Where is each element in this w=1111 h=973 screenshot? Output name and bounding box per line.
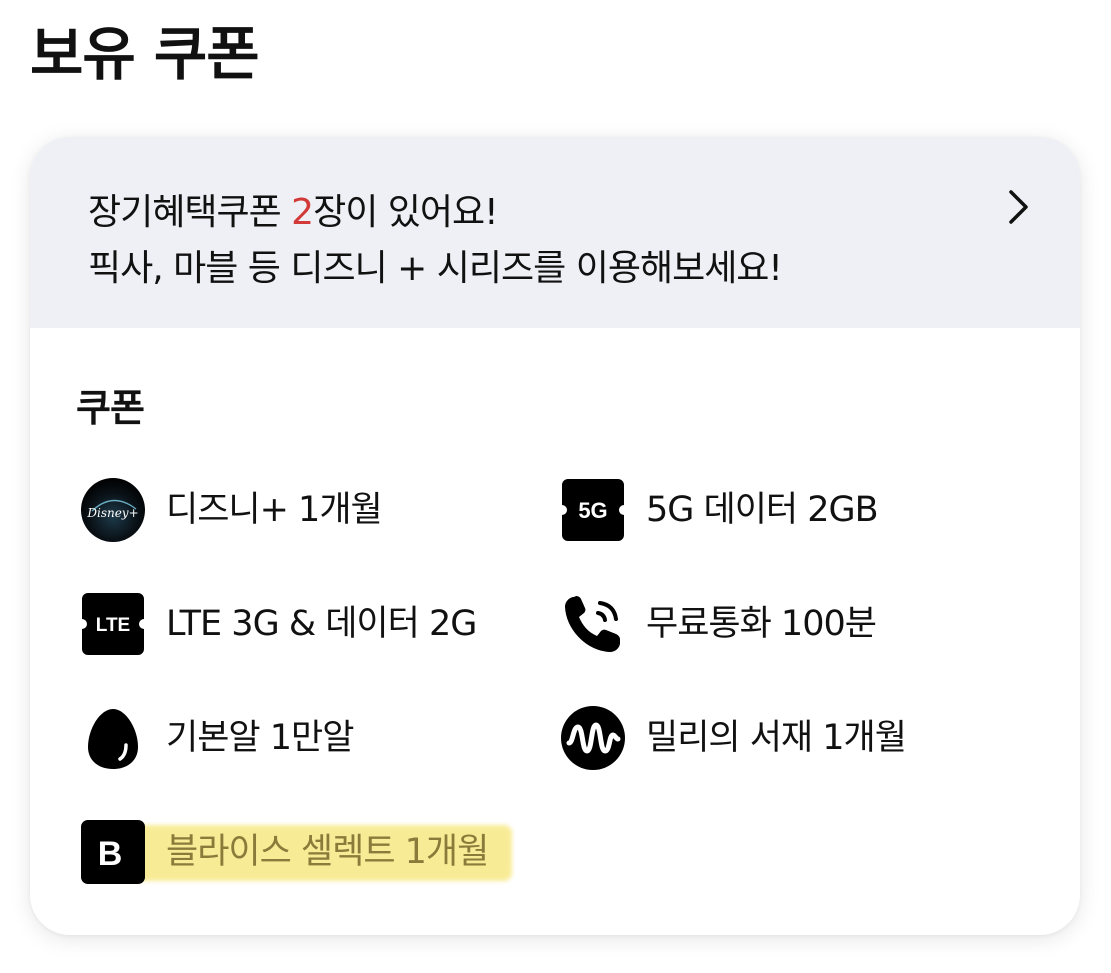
5g-ticket-icon: 5G [562, 479, 624, 541]
coupon-item-basic-al[interactable]: 기본알 1만알 [80, 705, 520, 771]
coupon-label: 밀리의 서재 1개월 [646, 718, 907, 758]
chevron-right-icon[interactable] [1000, 187, 1036, 227]
banner-headline-prefix: 장기혜택쿠폰 [88, 192, 292, 233]
coupon-item-disney-plus[interactable]: Disney+ 디즈니+ 1개월 [80, 477, 520, 543]
coupon-item-5g-data[interactable]: 5G 5G 데이터 2GB [560, 477, 1000, 543]
coupon-card: 장기혜택쿠폰 2장이 있어요! 픽사, 마블 등 디즈니 + 시리즈를 이용해보… [30, 137, 1080, 935]
millie-wave-logo-icon [561, 706, 625, 770]
coupon-label: 기본알 1만알 [166, 718, 354, 758]
coupon-label: 5G 데이터 2GB [646, 490, 879, 530]
coupon-label: 디즈니+ 1개월 [166, 490, 383, 530]
svg-text:Disney+: Disney+ [86, 506, 138, 520]
coupon-item-millie[interactable]: 밀리의 서재 1개월 [560, 705, 1000, 771]
coupon-item-free-call[interactable]: 무료통화 100분 [560, 591, 1000, 657]
coupon-count: 2 [291, 192, 314, 233]
long-term-benefit-banner[interactable]: 장기혜택쿠폰 2장이 있어요! 픽사, 마블 등 디즈니 + 시리즈를 이용해보… [30, 137, 1080, 328]
coupon-item-blice-select[interactable]: B 블라이스 셀렉트 1개월 [80, 819, 520, 885]
svg-text:LTE: LTE [96, 615, 130, 636]
blice-b-logo-icon: B [81, 820, 145, 884]
coupon-label: 블라이스 셀렉트 1개월 [166, 832, 489, 872]
banner-headline-suffix: 장이 있어요! [313, 192, 498, 233]
coupon-label: LTE 3G & 데이터 2G [166, 604, 477, 644]
phone-call-icon [565, 596, 620, 652]
coupon-label: 무료통화 100분 [646, 604, 877, 644]
disney-plus-logo-icon: Disney+ [81, 478, 145, 542]
svg-text:B: B [98, 835, 123, 873]
lte-ticket-icon: LTE [82, 593, 144, 655]
svg-text:5G: 5G [578, 498, 607, 523]
egg-icon [88, 709, 138, 769]
banner-subtext: 픽사, 마블 등 디즈니 + 시리즈를 이용해보세요! [88, 248, 783, 289]
coupon-section-title: 쿠폰 [76, 386, 145, 430]
banner-headline: 장기혜택쿠폰 2장이 있어요! [88, 183, 499, 235]
page-title: 보유 쿠폰 [30, 20, 260, 88]
coupon-item-lte[interactable]: LTE LTE 3G & 데이터 2G [80, 591, 520, 657]
